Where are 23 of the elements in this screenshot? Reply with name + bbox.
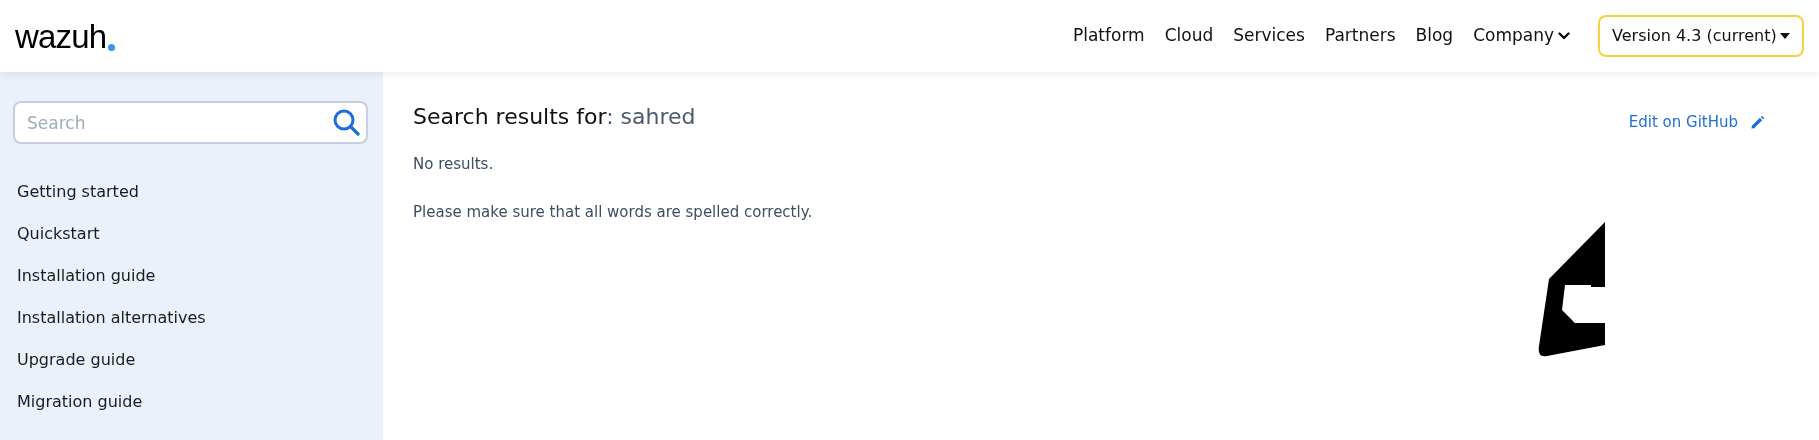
sidebar-item[interactable]: Installation alternatives	[17, 306, 206, 330]
pencil-icon	[1750, 114, 1765, 130]
message-text: Please make sure that all words are spelled correctly.	[413, 202, 814, 223]
search-results-heading: Search results for: sahred	[413, 103, 696, 131]
sidebar-item[interactable]: Quickstart	[17, 222, 100, 246]
search-field[interactable]: Search	[13, 101, 368, 144]
caret-down-icon	[1780, 33, 1790, 39]
chevron-down-icon	[1558, 32, 1570, 40]
sidebar-item[interactable]: Migration guide	[17, 390, 143, 414]
logo[interactable]: wazuh	[15, 19, 116, 53]
nav-link[interactable]: Partners	[1324, 23, 1396, 49]
nav-link[interactable]: Platform	[1072, 23, 1145, 49]
message-text: No results.	[413, 153, 495, 175]
version-select[interactable]: Version 4.3 (current)	[1598, 15, 1804, 57]
nav-link[interactable]: Company	[1473, 23, 1570, 49]
sidebar-item[interactable]: Upgrade guide	[17, 348, 136, 372]
search-icon[interactable]	[332, 108, 360, 136]
nav-link[interactable]: Cloud	[1164, 23, 1214, 49]
edit-on-github-link[interactable]: Edit on GitHub	[1628, 111, 1765, 134]
nav-link[interactable]: Services	[1233, 23, 1305, 49]
sidebar-item[interactable]: Getting started	[17, 180, 139, 204]
nav-link[interactable]: Blog	[1415, 23, 1454, 49]
sidebar-item[interactable]: Installation guide	[17, 264, 156, 288]
